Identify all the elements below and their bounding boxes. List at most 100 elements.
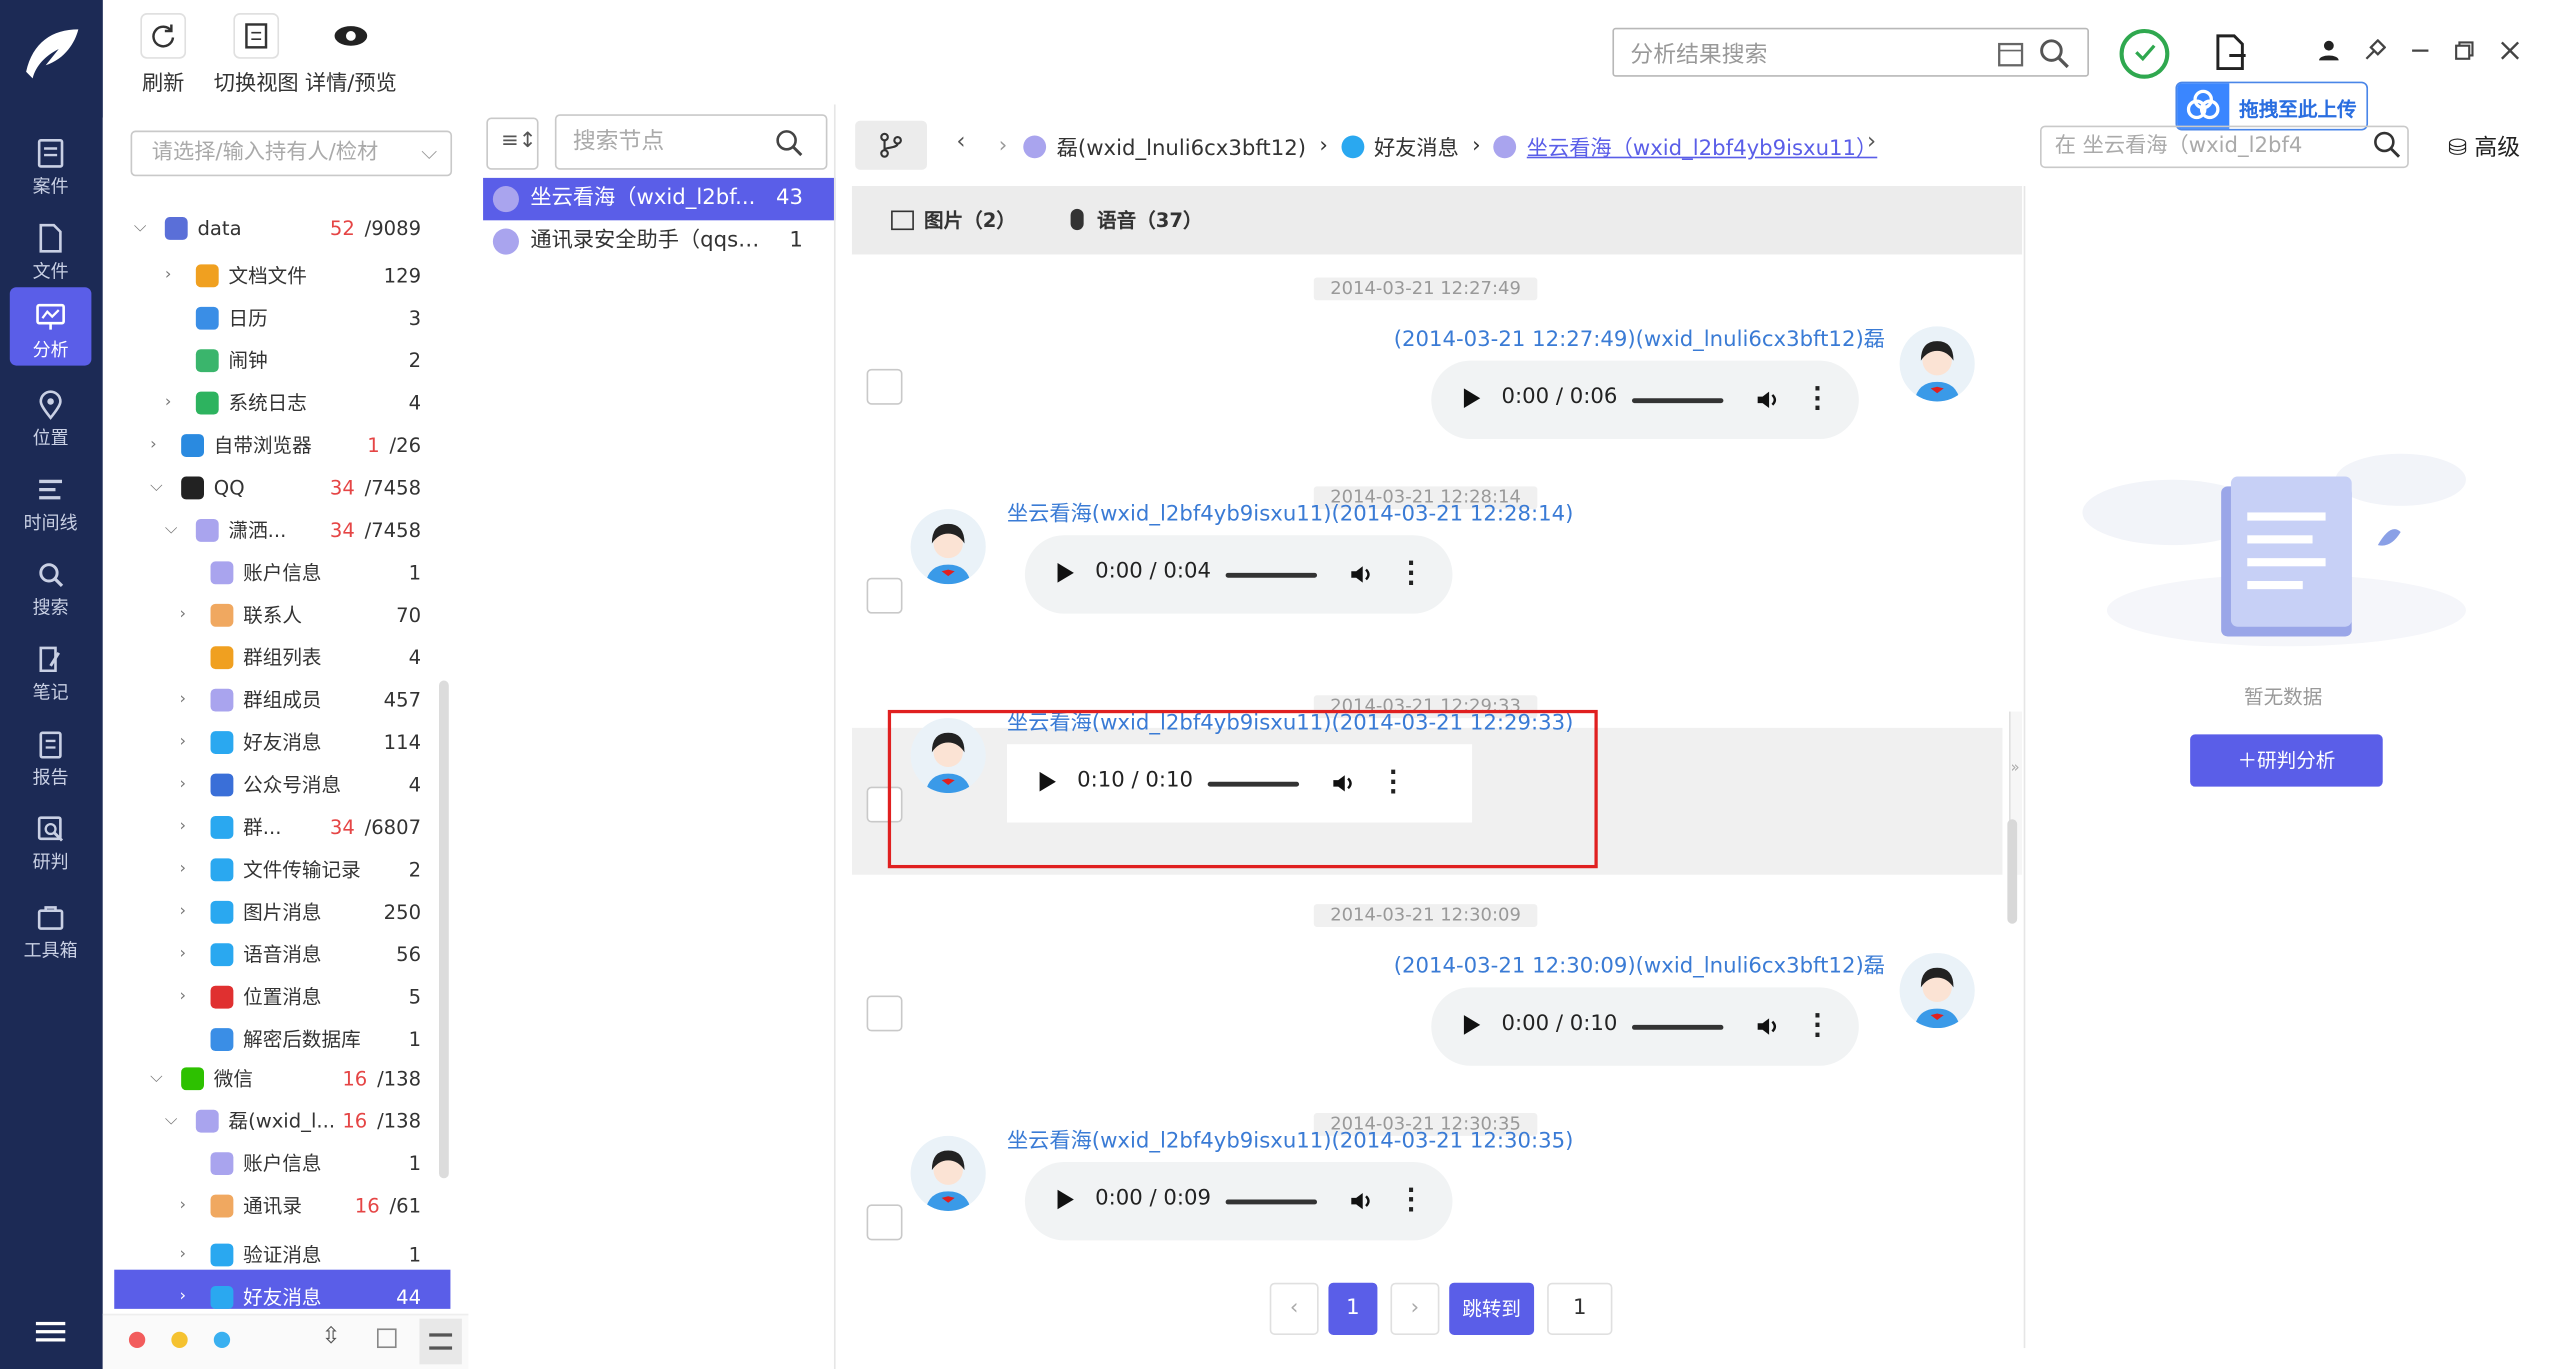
nav-item-file[interactable]: 文件 (10, 209, 92, 287)
chevron-right-icon[interactable]: › (180, 725, 196, 761)
tree-item[interactable]: 解密后数据库 1 (103, 1022, 421, 1058)
tree-item[interactable]: › 图片消息 250 (103, 894, 421, 930)
audio-player[interactable]: 0:00 / 0:10 · · · (1431, 987, 1859, 1066)
shield-check-icon[interactable] (2118, 28, 2170, 80)
audio-player[interactable]: 0:00 / 0:04 · · · (1024, 535, 1453, 614)
red-dot-icon[interactable] (128, 1331, 146, 1349)
minimize-icon[interactable] (2409, 39, 2432, 62)
volume-icon[interactable] (1348, 1188, 1374, 1214)
chevron-right-icon[interactable]: › (180, 852, 196, 888)
tree-item[interactable]: › 好友消息 114 (103, 725, 421, 761)
result-search-input[interactable]: 分析结果搜索 (1612, 27, 2089, 77)
chat-scrollbar[interactable] (2007, 819, 2018, 924)
tree-item[interactable]: ⌵ QQ 34/7458 (103, 470, 421, 506)
more-options-icon[interactable]: · · · (1407, 553, 1416, 595)
refresh-button[interactable]: 刷新 (137, 13, 189, 103)
chevron-right-icon[interactable]: › (165, 258, 181, 294)
audio-player[interactable]: 0:00 / 0:06 · · · (1431, 360, 1859, 440)
tree-item[interactable]: 账户信息 1 (103, 555, 421, 591)
yellow-dot-icon[interactable] (171, 1331, 188, 1349)
volume-icon[interactable] (1348, 561, 1374, 587)
user-icon[interactable] (2317, 39, 2340, 62)
tree-item[interactable]: ⌵ 微信 16/138 (103, 1061, 421, 1097)
close-icon[interactable] (2499, 39, 2522, 62)
next-page-button[interactable]: › (1390, 1282, 1440, 1335)
more-options-icon[interactable]: · · · (1407, 1180, 1416, 1222)
advanced-search-button[interactable]: ⛁ 高级 (2448, 131, 2520, 164)
nav-item-case[interactable]: 案件 (10, 124, 92, 202)
audio-progress[interactable] (1632, 398, 1724, 404)
chevron-right-icon[interactable]: › (180, 682, 196, 718)
collapse-icon[interactable]: ⇳ (322, 1324, 341, 1350)
blue-dot-icon[interactable] (213, 1331, 231, 1349)
judge-analysis-button[interactable]: ＋研判分析 (2190, 734, 2383, 787)
branch-button[interactable] (855, 120, 927, 170)
tree-item[interactable]: › 语音消息 56 (103, 937, 421, 973)
node-search-input[interactable]: 搜索节点 (554, 114, 828, 170)
message-checkbox[interactable] (866, 368, 903, 405)
chevron-down-icon[interactable]: ⌵ (165, 512, 181, 548)
tree-item[interactable]: › 好友消息 44 (103, 1279, 421, 1315)
nav-item-search[interactable]: 搜索 (10, 545, 92, 623)
node-item[interactable]: 坐云看海（wxid_l2bf... 43 (483, 177, 836, 221)
tree-item[interactable]: ⌵ data 52/9089 (103, 211, 421, 247)
prev-page-button[interactable]: ‹ (1269, 1282, 1319, 1335)
audio-progress[interactable] (1225, 572, 1318, 578)
page-current[interactable]: 1 (1328, 1282, 1378, 1335)
tree-item[interactable]: ⌵ 磊(wxid_l... 16/138 (103, 1103, 421, 1139)
tree-item[interactable]: › 公众号消息 4 (103, 767, 421, 803)
chevron-down-icon[interactable]: ⌵ (134, 211, 150, 247)
forward-arrow-icon[interactable]: › (1867, 129, 1876, 155)
chevron-right-icon[interactable]: › (180, 979, 196, 1015)
back-arrow-icon[interactable]: ‹ (956, 129, 965, 155)
breadcrumb-current[interactable]: 坐云看海（wxid_l2bf4yb9isxu11） (1527, 131, 1877, 161)
conversation-search-input[interactable]: 在 坐云看海（wxid_l2bf4 (2040, 125, 2409, 169)
play-icon[interactable] (1463, 1015, 1481, 1035)
nav-item-report[interactable]: 报告 (10, 715, 92, 793)
nav-item-analysis[interactable]: 分析 (9, 287, 92, 366)
menu-icon[interactable] (35, 1321, 66, 1345)
audio-progress[interactable] (1632, 1024, 1724, 1030)
tree-item[interactable]: › 位置消息 5 (103, 979, 421, 1015)
more-options-icon[interactable]: · · · (1813, 379, 1822, 421)
tree-item[interactable]: › 文件传输记录 2 (103, 852, 421, 888)
grid-view-icon[interactable] (376, 1328, 397, 1349)
chevron-down-icon[interactable]: ⌵ (150, 1061, 166, 1097)
play-icon[interactable] (1057, 1189, 1074, 1210)
tree-item[interactable]: › 通讯录 16/61 (103, 1188, 421, 1224)
pin-icon[interactable] (2363, 39, 2386, 62)
audio-progress[interactable] (1225, 1199, 1318, 1205)
chevron-down-icon[interactable]: ⌵ (150, 470, 166, 506)
detail-preview-button[interactable]: 详情/预览 (304, 13, 399, 103)
nav-item-judge[interactable]: 研判 (10, 800, 92, 878)
calendar-icon[interactable] (1996, 39, 2025, 68)
chevron-right-icon[interactable]: › (180, 1188, 196, 1224)
tree-scrollbar[interactable] (439, 680, 449, 1179)
search-icon[interactable] (775, 129, 804, 158)
chevron-right-icon[interactable]: › (180, 1279, 196, 1315)
tree-item[interactable]: 日历 3 (103, 300, 421, 336)
tab-voice[interactable]: 语音（37） (1070, 206, 1203, 234)
tree-item[interactable]: 闹钟 2 (103, 343, 421, 379)
tree-item[interactable]: › 群组成员 457 (103, 682, 421, 718)
tree-item[interactable]: 群组列表 4 (103, 640, 421, 676)
tree-item[interactable]: › 系统日志 4 (103, 385, 421, 421)
nav-item-note[interactable]: 笔记 (10, 630, 92, 708)
tree-item[interactable]: › 群... 34/6807 (103, 809, 421, 845)
play-icon[interactable] (1057, 563, 1074, 583)
chevron-right-icon[interactable]: › (150, 428, 166, 464)
sort-button[interactable]: ≡↕ (486, 117, 539, 170)
switch-view-button[interactable]: 切换视图 (212, 13, 300, 103)
breadcrumb-item[interactable]: 好友消息 (1374, 131, 1459, 161)
nav-item-toolbox[interactable]: 工具箱 (10, 888, 92, 966)
tree-item[interactable]: › 验证消息 1 (103, 1237, 421, 1273)
search-icon[interactable] (2038, 38, 2071, 71)
message-checkbox[interactable] (866, 577, 903, 614)
chevron-right-icon[interactable]: › (180, 937, 196, 973)
tree-item[interactable]: › 联系人 70 (103, 597, 421, 633)
export-file-icon[interactable] (2213, 33, 2249, 72)
tab-images[interactable]: 图片（2） (891, 206, 1016, 234)
tree-item[interactable]: › 文档文件 129 (103, 258, 421, 294)
chevron-right-icon[interactable]: › (180, 1237, 196, 1273)
chevron-right-icon[interactable]: › (165, 385, 181, 421)
